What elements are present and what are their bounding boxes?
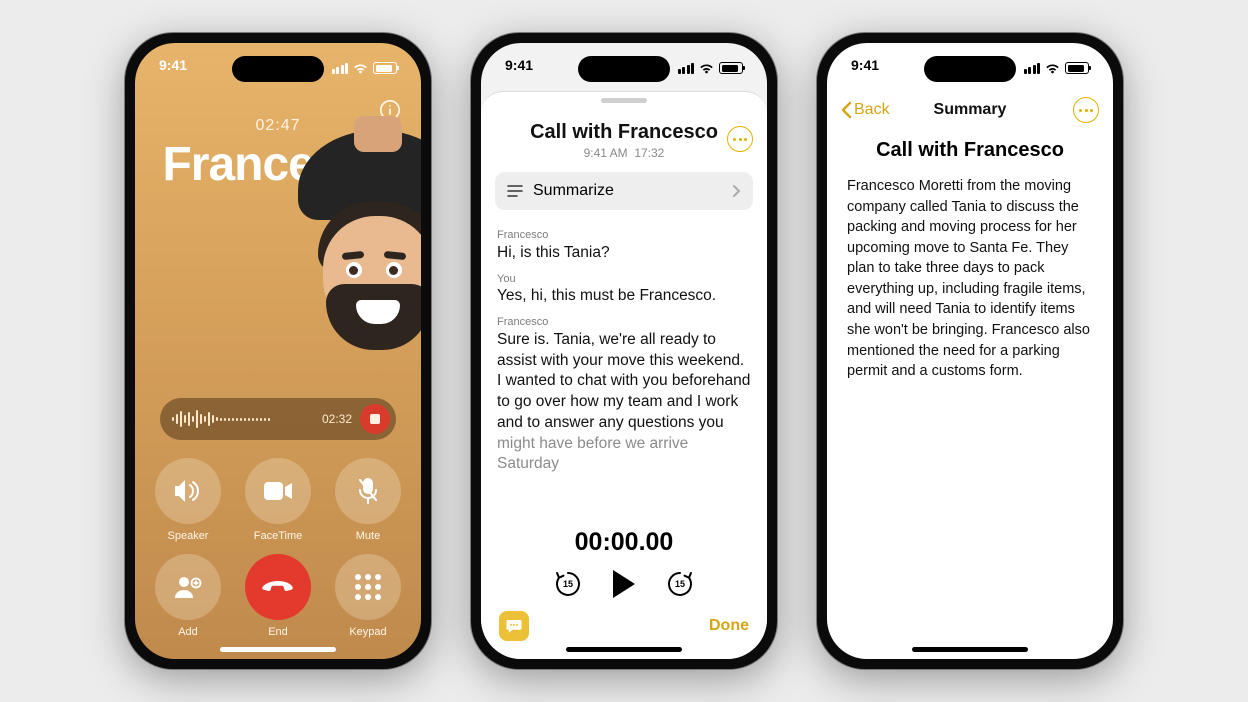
wifi-icon xyxy=(699,63,714,74)
phone-frame-transcript: 9:41 Call with Francesco 9:41 AM 17:32 S… xyxy=(471,33,777,669)
nav-bar: Back Summary xyxy=(827,93,1113,127)
call-duration: 02:47 xyxy=(255,117,300,135)
cellular-icon xyxy=(678,63,695,74)
keypad-button[interactable]: Keypad xyxy=(332,554,404,638)
add-person-icon xyxy=(173,575,203,599)
status-time: 9:41 xyxy=(505,57,533,79)
phone-frame-summary: 9:41 Back Summary Call with Francesco Fr… xyxy=(817,33,1123,669)
transcript-line: Sure is. Tania, we're all ready to assis… xyxy=(497,330,751,434)
play-button[interactable] xyxy=(613,570,635,598)
battery-icon xyxy=(1065,62,1089,74)
end-call-icon xyxy=(261,579,295,595)
skip-forward-button[interactable]: 15 xyxy=(665,569,695,599)
audio-player: 00:00.00 15 15 xyxy=(481,520,767,605)
mute-icon xyxy=(357,477,379,505)
summarize-icon xyxy=(507,184,523,198)
wifi-icon xyxy=(353,63,368,74)
facetime-button[interactable]: FaceTime xyxy=(242,458,314,542)
transcript-line: Yes, hi, this must be Francesco. xyxy=(497,286,751,307)
caller-memoji xyxy=(178,198,378,398)
skip-back-button[interactable]: 15 xyxy=(553,569,583,599)
transcript-sheet: Call with Francesco 9:41 AM 17:32 Summar… xyxy=(481,91,767,659)
keypad-label: Keypad xyxy=(349,626,386,638)
transcript-body[interactable]: Francesco Hi, is this Tania? You Yes, hi… xyxy=(481,210,767,520)
chat-button[interactable] xyxy=(499,611,529,641)
add-button[interactable]: Add xyxy=(152,554,224,638)
summary-screen: 9:41 Back Summary Call with Francesco Fr… xyxy=(827,43,1113,659)
sheet-grabber[interactable] xyxy=(601,98,647,103)
options-button[interactable] xyxy=(727,126,753,152)
transcript-screen: 9:41 Call with Francesco 9:41 AM 17:32 S… xyxy=(481,43,767,659)
status-time: 9:41 xyxy=(159,57,187,79)
mute-label: Mute xyxy=(356,530,380,542)
player-time: 00:00.00 xyxy=(575,528,674,557)
speaker-label: Francesco xyxy=(497,315,751,330)
home-indicator[interactable] xyxy=(566,647,682,652)
home-indicator[interactable] xyxy=(220,647,336,652)
cellular-icon xyxy=(332,63,349,74)
status-indicators xyxy=(678,57,744,79)
summarize-label: Summarize xyxy=(533,182,614,200)
cellular-icon xyxy=(1024,63,1041,74)
end-label: End xyxy=(268,626,288,638)
speaker-label: Francesco xyxy=(497,228,751,243)
summary-title: Call with Francesco xyxy=(827,139,1113,162)
status-indicators xyxy=(1024,57,1090,79)
phone-frame-call: 9:41 02:47 Francesco 0 xyxy=(125,33,431,669)
dynamic-island xyxy=(924,56,1016,82)
call-controls: Speaker FaceTime Mute Add End Keypad xyxy=(152,458,404,638)
speaker-label: You xyxy=(497,272,751,287)
chevron-right-icon xyxy=(732,184,741,198)
recording-pill: 02:32 xyxy=(160,398,396,440)
speaker-button[interactable]: Speaker xyxy=(152,458,224,542)
transcript-title: Call with Francesco xyxy=(481,121,767,144)
status-indicators xyxy=(332,57,398,79)
video-icon xyxy=(263,481,293,501)
home-indicator[interactable] xyxy=(912,647,1028,652)
keypad-icon xyxy=(355,574,381,600)
chat-icon xyxy=(505,617,523,635)
nav-title: Summary xyxy=(827,101,1113,119)
waveform-icon xyxy=(172,409,314,429)
summary-body: Francesco Moretti from the moving compan… xyxy=(827,162,1113,382)
battery-icon xyxy=(373,62,397,74)
end-call-button[interactable]: End xyxy=(242,554,314,638)
transcript-subtitle: 9:41 AM 17:32 xyxy=(481,146,767,160)
transcript-line: might have before we arrive Saturday xyxy=(497,434,751,476)
wifi-icon xyxy=(1045,63,1060,74)
transcript-line: Hi, is this Tania? xyxy=(497,243,751,264)
options-button[interactable] xyxy=(1073,97,1099,123)
speaker-icon xyxy=(173,478,203,504)
recording-time: 02:32 xyxy=(322,412,352,426)
done-button[interactable]: Done xyxy=(709,617,749,635)
facetime-label: FaceTime xyxy=(254,530,303,542)
call-screen: 9:41 02:47 Francesco 0 xyxy=(135,43,421,659)
dynamic-island xyxy=(578,56,670,82)
stop-record-button[interactable] xyxy=(360,404,390,434)
add-label: Add xyxy=(178,626,198,638)
summarize-button[interactable]: Summarize xyxy=(495,172,753,210)
mute-button[interactable]: Mute xyxy=(332,458,404,542)
battery-icon xyxy=(719,62,743,74)
dynamic-island xyxy=(232,56,324,82)
status-time: 9:41 xyxy=(851,57,879,79)
speaker-label: Speaker xyxy=(168,530,209,542)
